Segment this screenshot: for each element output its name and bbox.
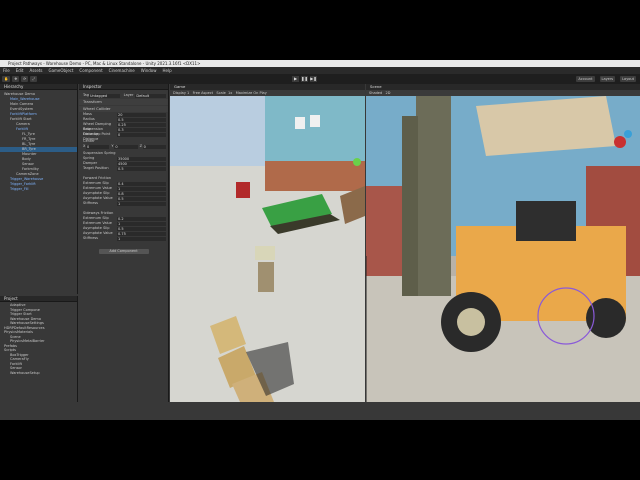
scale-value[interactable]: 1x — [228, 91, 232, 95]
step-icon[interactable]: ▶❚ — [310, 76, 317, 82]
aspect-dropdown[interactable]: Free Aspect — [193, 91, 213, 95]
spring-row: Target Position 0.5 — [79, 166, 168, 171]
hierarchy-panel: Hierarchy Warehouse Demo Main_Warehouse … — [0, 84, 78, 294]
menu-edit[interactable]: Edit — [16, 68, 24, 73]
prop-field[interactable]: 0.5 — [117, 166, 166, 171]
prop-field[interactable]: 0 — [117, 132, 166, 137]
prop-field[interactable]: 0.3 — [117, 127, 166, 132]
menu-gameobject[interactable]: GameObject — [48, 68, 73, 73]
prop-field[interactable]: 0.2 — [117, 216, 166, 221]
prop-label: Stiffness — [83, 236, 98, 240]
sky — [170, 96, 265, 166]
account-dropdown[interactable]: Account — [576, 76, 595, 82]
forklift-mast — [416, 96, 451, 296]
brick-wall — [265, 161, 365, 191]
forward-row: Stiffness 1 — [79, 201, 168, 206]
center-row: X0 Y0 Z0 — [79, 144, 168, 149]
prop-field[interactable]: 0.5 — [117, 196, 166, 201]
project-panel: Project Adaptive Trigger Compone Trigger… — [0, 296, 78, 402]
prop-label: Stiffness — [83, 201, 98, 205]
prop-field[interactable]: 0.8 — [117, 191, 166, 196]
prop-field[interactable]: 4500 — [117, 161, 166, 166]
tag-row: Tag Untagged Layer Default — [79, 93, 168, 98]
display-dropdown[interactable]: Display 1 — [173, 91, 189, 95]
hierarchy-tree: Warehouse Demo Main_Warehouse Main Camer… — [0, 90, 77, 192]
forklift-mast — [255, 246, 275, 260]
tag-dropdown[interactable]: Untagged — [89, 93, 120, 98]
prop-field[interactable]: 35000 — [117, 156, 166, 161]
tag-label: Tag — [83, 93, 89, 97]
layer-label: Layer — [123, 93, 134, 97]
seat — [516, 201, 576, 241]
prop-field[interactable]: 1 — [117, 221, 166, 226]
prop-row: Force App Point Distance 0 — [79, 132, 168, 141]
play-icon[interactable]: ▶ — [292, 76, 299, 82]
warehouse-wall — [265, 96, 365, 161]
play-controls: ▶ ❚❚ ▶❚ — [292, 76, 317, 82]
rear-wheel — [586, 298, 626, 338]
main-toolbar: ✋ ✥ ⟳ ⤢ — [0, 74, 640, 84]
menu-assets[interactable]: Assets — [29, 68, 42, 73]
prop-field[interactable]: 0.5 — [117, 117, 166, 122]
shading-dropdown[interactable]: Shaded — [369, 91, 382, 95]
pause-icon[interactable]: ❚❚ — [301, 76, 308, 82]
layout-dropdown[interactable]: Layout — [620, 76, 636, 82]
2d-toggle[interactable]: 2D — [386, 91, 391, 95]
add-component-button[interactable]: Add Component — [98, 249, 149, 254]
scene-render — [366, 96, 640, 402]
prop-field[interactable]: 20 — [117, 112, 166, 117]
project-tree: Adaptive Trigger Compone Trigger Start W… — [0, 302, 77, 375]
prop-label: Target Position — [83, 166, 109, 170]
overhead-guard — [476, 96, 616, 156]
scene-gizmo-icon — [614, 136, 626, 148]
inspector-tab[interactable]: Inspector — [79, 84, 168, 90]
prop-field[interactable]: 1 — [117, 236, 166, 241]
menu-cinemachine[interactable]: Cinemachine — [109, 68, 135, 73]
rotate-tool-icon[interactable]: ⟳ — [21, 76, 29, 82]
center-y-field[interactable]: 0 — [114, 144, 138, 149]
scene-view[interactable]: Scene Shaded 2D — [366, 84, 640, 402]
menu-window[interactable]: Window — [141, 68, 157, 73]
menu-component[interactable]: Component — [79, 68, 102, 73]
sideways-row: Stiffness 1 — [79, 236, 168, 241]
prop-field[interactable]: 0.25 — [117, 122, 166, 127]
menu-help[interactable]: Help — [163, 68, 172, 73]
maximize-on-play-toggle[interactable]: Maximize On Play — [236, 91, 267, 95]
letterbox-bottom — [0, 420, 640, 480]
prop-label: Force App Point Distance — [83, 132, 111, 141]
center-z-field[interactable]: 0 — [142, 144, 166, 149]
forklift-body — [258, 262, 274, 292]
layers-dropdown[interactable]: Layers — [599, 76, 616, 82]
gizmo-icon — [353, 158, 361, 166]
project-item[interactable]: WarehouseSetup — [0, 371, 77, 376]
inspector-panel: Inspector Tag Untagged Layer Default Tra… — [79, 84, 169, 402]
red-truck — [236, 182, 250, 198]
game-render — [170, 96, 365, 402]
hand-tool-icon[interactable]: ✋ — [2, 76, 11, 82]
prop-field[interactable]: 0.75 — [117, 231, 166, 236]
unity-editor-window: Project Pathways - Warehouse Demo - PC, … — [0, 60, 640, 420]
hierarchy-item[interactable]: Trigger_Fill — [0, 187, 77, 192]
menu-bar: File Edit Assets GameObject Component Ci… — [0, 67, 640, 74]
transform-header[interactable]: Transform — [79, 99, 168, 105]
prop-field[interactable]: 0.5 — [117, 226, 166, 231]
toolbar-right: Account Layers Layout — [574, 76, 636, 82]
prop-field[interactable]: 1 — [117, 186, 166, 191]
scale-tool-icon[interactable]: ⤢ — [30, 76, 38, 82]
layer-dropdown[interactable]: Default — [135, 93, 167, 98]
game-view[interactable]: Game Display 1 Free Aspect Scale 1x Maxi… — [170, 84, 365, 402]
poster — [295, 117, 305, 129]
move-tool-icon[interactable]: ✥ — [12, 76, 20, 82]
poster — [310, 115, 320, 127]
prop-field[interactable]: 0.4 — [117, 181, 166, 186]
center-x-field[interactable]: 0 — [86, 144, 110, 149]
scale-label: Scale — [216, 91, 226, 95]
window-title: Project Pathways - Warehouse Demo - PC, … — [0, 60, 640, 67]
prop-field[interactable]: 1 — [117, 201, 166, 206]
menu-file[interactable]: File — [3, 68, 10, 73]
letterbox-top — [0, 0, 640, 60]
